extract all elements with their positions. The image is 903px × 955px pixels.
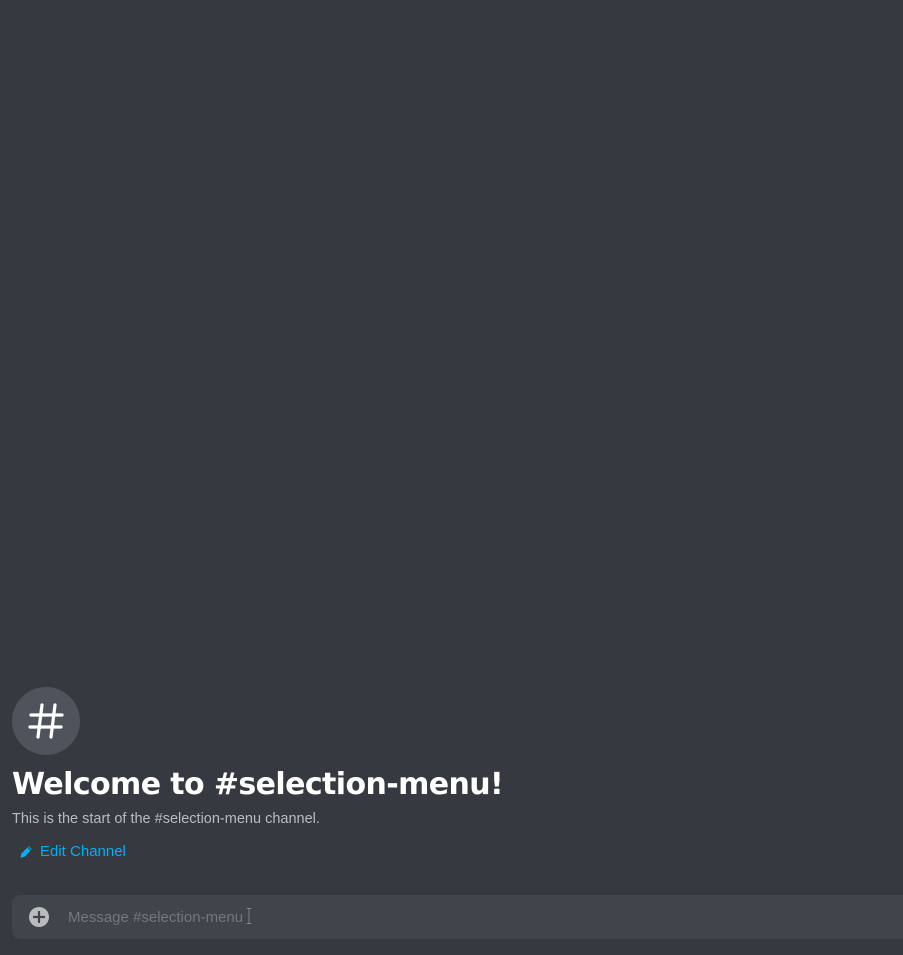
hash-icon — [28, 703, 64, 739]
chat-area: Welcome to #selection-menu! This is the … — [0, 0, 903, 955]
channel-welcome: Welcome to #selection-menu! This is the … — [12, 687, 892, 863]
pencil-icon — [20, 846, 32, 858]
edit-channel-button[interactable]: Edit Channel — [19, 842, 126, 862]
channel-avatar — [12, 687, 80, 755]
text-cursor-icon — [246, 908, 252, 924]
welcome-subtitle: This is the start of the #selection-menu… — [12, 811, 320, 827]
attach-button[interactable] — [29, 907, 49, 927]
message-composer — [12, 895, 903, 939]
edit-channel-label: Edit Channel — [40, 843, 126, 860]
message-input[interactable] — [68, 895, 888, 939]
welcome-title: Welcome to #selection-menu! — [12, 767, 504, 802]
plus-circle-icon — [33, 911, 45, 923]
